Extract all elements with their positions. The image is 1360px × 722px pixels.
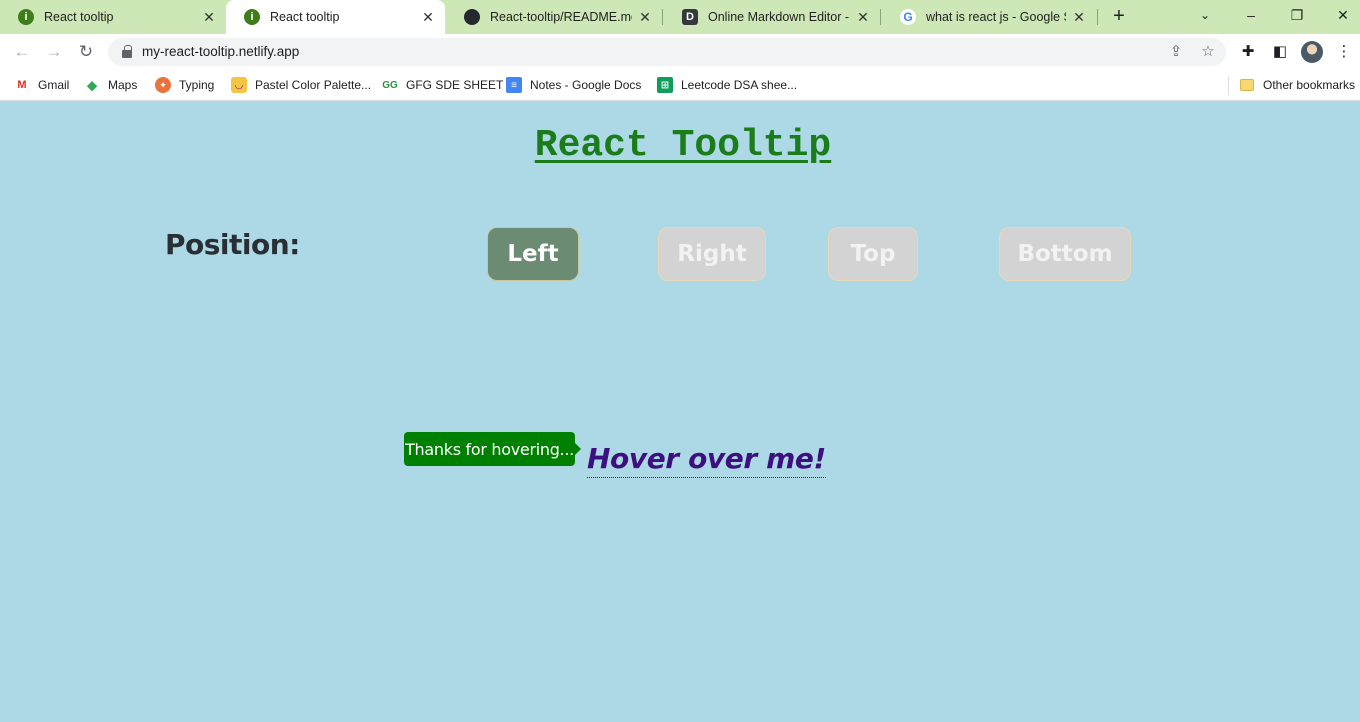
tab-separator <box>662 9 663 25</box>
position-right-button[interactable]: Right <box>658 227 766 281</box>
tab-online-markdown-editor[interactable]: D Online Markdown Editor - Di ✕ <box>664 0 880 34</box>
minimize-icon[interactable]: – <box>1236 0 1266 30</box>
close-icon[interactable]: ✕ <box>854 9 872 26</box>
lock-icon <box>122 45 132 58</box>
tooltip-arrow <box>575 443 581 455</box>
tab-title: React-tooltip/README.md at <box>490 10 632 24</box>
tab-title: what is react js - Google Sear <box>926 10 1066 24</box>
close-icon[interactable]: ✕ <box>636 9 654 26</box>
profile-avatar[interactable] <box>1301 41 1323 63</box>
position-bottom-button[interactable]: Bottom <box>999 227 1131 281</box>
close-icon[interactable]: ✕ <box>419 9 437 26</box>
tab-title: React tooltip <box>270 10 340 24</box>
bookmark-label: Typing <box>179 78 215 92</box>
bookmark-maps[interactable]: ⬥ Maps <box>84 76 137 94</box>
tab-title: React tooltip <box>44 10 114 24</box>
page-title: React Tooltip <box>534 124 832 167</box>
info-favicon-icon: i <box>244 9 260 25</box>
restore-icon[interactable]: ❐ <box>1282 0 1312 30</box>
back-arrow-icon[interactable]: ← <box>10 40 34 64</box>
bookmark-pastel-palette[interactable]: ◡ Pastel Color Palette... <box>231 76 371 94</box>
window-close-icon[interactable]: ✕ <box>1328 0 1358 30</box>
extensions-puzzle-icon[interactable]: ✚ <box>1238 42 1258 62</box>
page-content: React Tooltip Position: Left Right Top B… <box>0 102 1360 722</box>
bookmarks-bar: M Gmail ⬥ Maps ✦ Typing ◡ Pastel Color P… <box>0 70 1360 101</box>
google-icon: G <box>900 9 916 25</box>
close-icon[interactable]: ✕ <box>200 9 218 26</box>
position-top-button[interactable]: Top <box>828 227 918 281</box>
new-tab-button[interactable]: + <box>1108 5 1130 27</box>
bookmark-label: Leetcode DSA shee... <box>681 78 798 92</box>
close-icon[interactable]: ✕ <box>1070 9 1088 26</box>
bookmark-leetcode-sheet[interactable]: ⊞ Leetcode DSA shee... <box>657 76 797 94</box>
hover-target-text[interactable]: Hover over me! <box>587 441 826 478</box>
bookmarks-separator <box>1228 77 1229 95</box>
gfg-icon: GG <box>382 79 398 91</box>
bookmark-label: Notes - Google Docs <box>530 78 642 92</box>
bookmark-typing[interactable]: ✦ Typing <box>155 76 214 94</box>
position-label: Position: <box>165 228 300 261</box>
reload-icon[interactable]: ↻ <box>74 40 98 64</box>
bookmark-gfg-sde-sheet[interactable]: GG GFG SDE SHEET <box>382 76 503 94</box>
other-bookmarks-label: Other bookmarks <box>1263 78 1356 92</box>
dillinger-icon: D <box>682 9 698 25</box>
info-favicon-icon: i <box>18 9 34 25</box>
docs-icon: ≡ <box>506 77 522 93</box>
address-bar[interactable]: my-react-tooltip.netlify.app ⇪ ☆ <box>108 38 1226 66</box>
folder-icon <box>1240 79 1254 91</box>
tab-strip: i React tooltip ✕ i React tooltip ✕ Reac… <box>0 0 1360 34</box>
other-bookmarks[interactable]: Other bookmarks <box>1240 76 1355 94</box>
tab-github-readme[interactable]: React-tooltip/README.md at ✕ <box>446 0 662 34</box>
bookmark-label: Maps <box>108 78 138 92</box>
more-menu-icon[interactable]: ⋮ <box>1334 42 1354 62</box>
browser-toolbar: ← → ↻ my-react-tooltip.netlify.app ⇪ ☆ ✚… <box>0 34 1360 70</box>
tab-title: Online Markdown Editor - Di <box>708 10 850 24</box>
position-left-button[interactable]: Left <box>487 227 579 281</box>
bookmark-label: GFG SDE SHEET <box>406 78 504 92</box>
bookmark-label: Pastel Color Palette... <box>255 78 372 92</box>
maps-icon: ⬥ <box>87 76 97 93</box>
tab-react-tooltip-2[interactable]: i React tooltip ✕ <box>226 0 445 34</box>
palette-icon: ◡ <box>231 77 247 93</box>
bookmark-star-icon[interactable]: ☆ <box>1198 42 1218 62</box>
github-icon <box>464 9 480 25</box>
tab-separator <box>1097 9 1098 25</box>
tab-search-chevron-icon[interactable]: ⌄ <box>1190 0 1220 30</box>
typing-icon: ✦ <box>155 77 171 93</box>
gmail-icon: M <box>17 79 27 91</box>
bookmark-label: Gmail <box>38 78 70 92</box>
bookmark-gmail[interactable]: M Gmail <box>14 76 69 94</box>
share-icon[interactable]: ⇪ <box>1166 42 1186 62</box>
url-text[interactable]: my-react-tooltip.netlify.app <box>142 44 299 59</box>
tab-google-search[interactable]: G what is react js - Google Sear ✕ <box>882 0 1096 34</box>
tab-separator <box>880 9 881 25</box>
tab-react-tooltip-1[interactable]: i React tooltip ✕ <box>0 0 226 34</box>
sheets-icon: ⊞ <box>657 77 673 93</box>
tooltip: Thanks for hovering... <box>404 432 575 466</box>
side-panel-icon[interactable]: ◧ <box>1270 42 1290 62</box>
bookmark-notes-docs[interactable]: ≡ Notes - Google Docs <box>506 76 641 94</box>
forward-arrow-icon[interactable]: → <box>42 40 66 64</box>
